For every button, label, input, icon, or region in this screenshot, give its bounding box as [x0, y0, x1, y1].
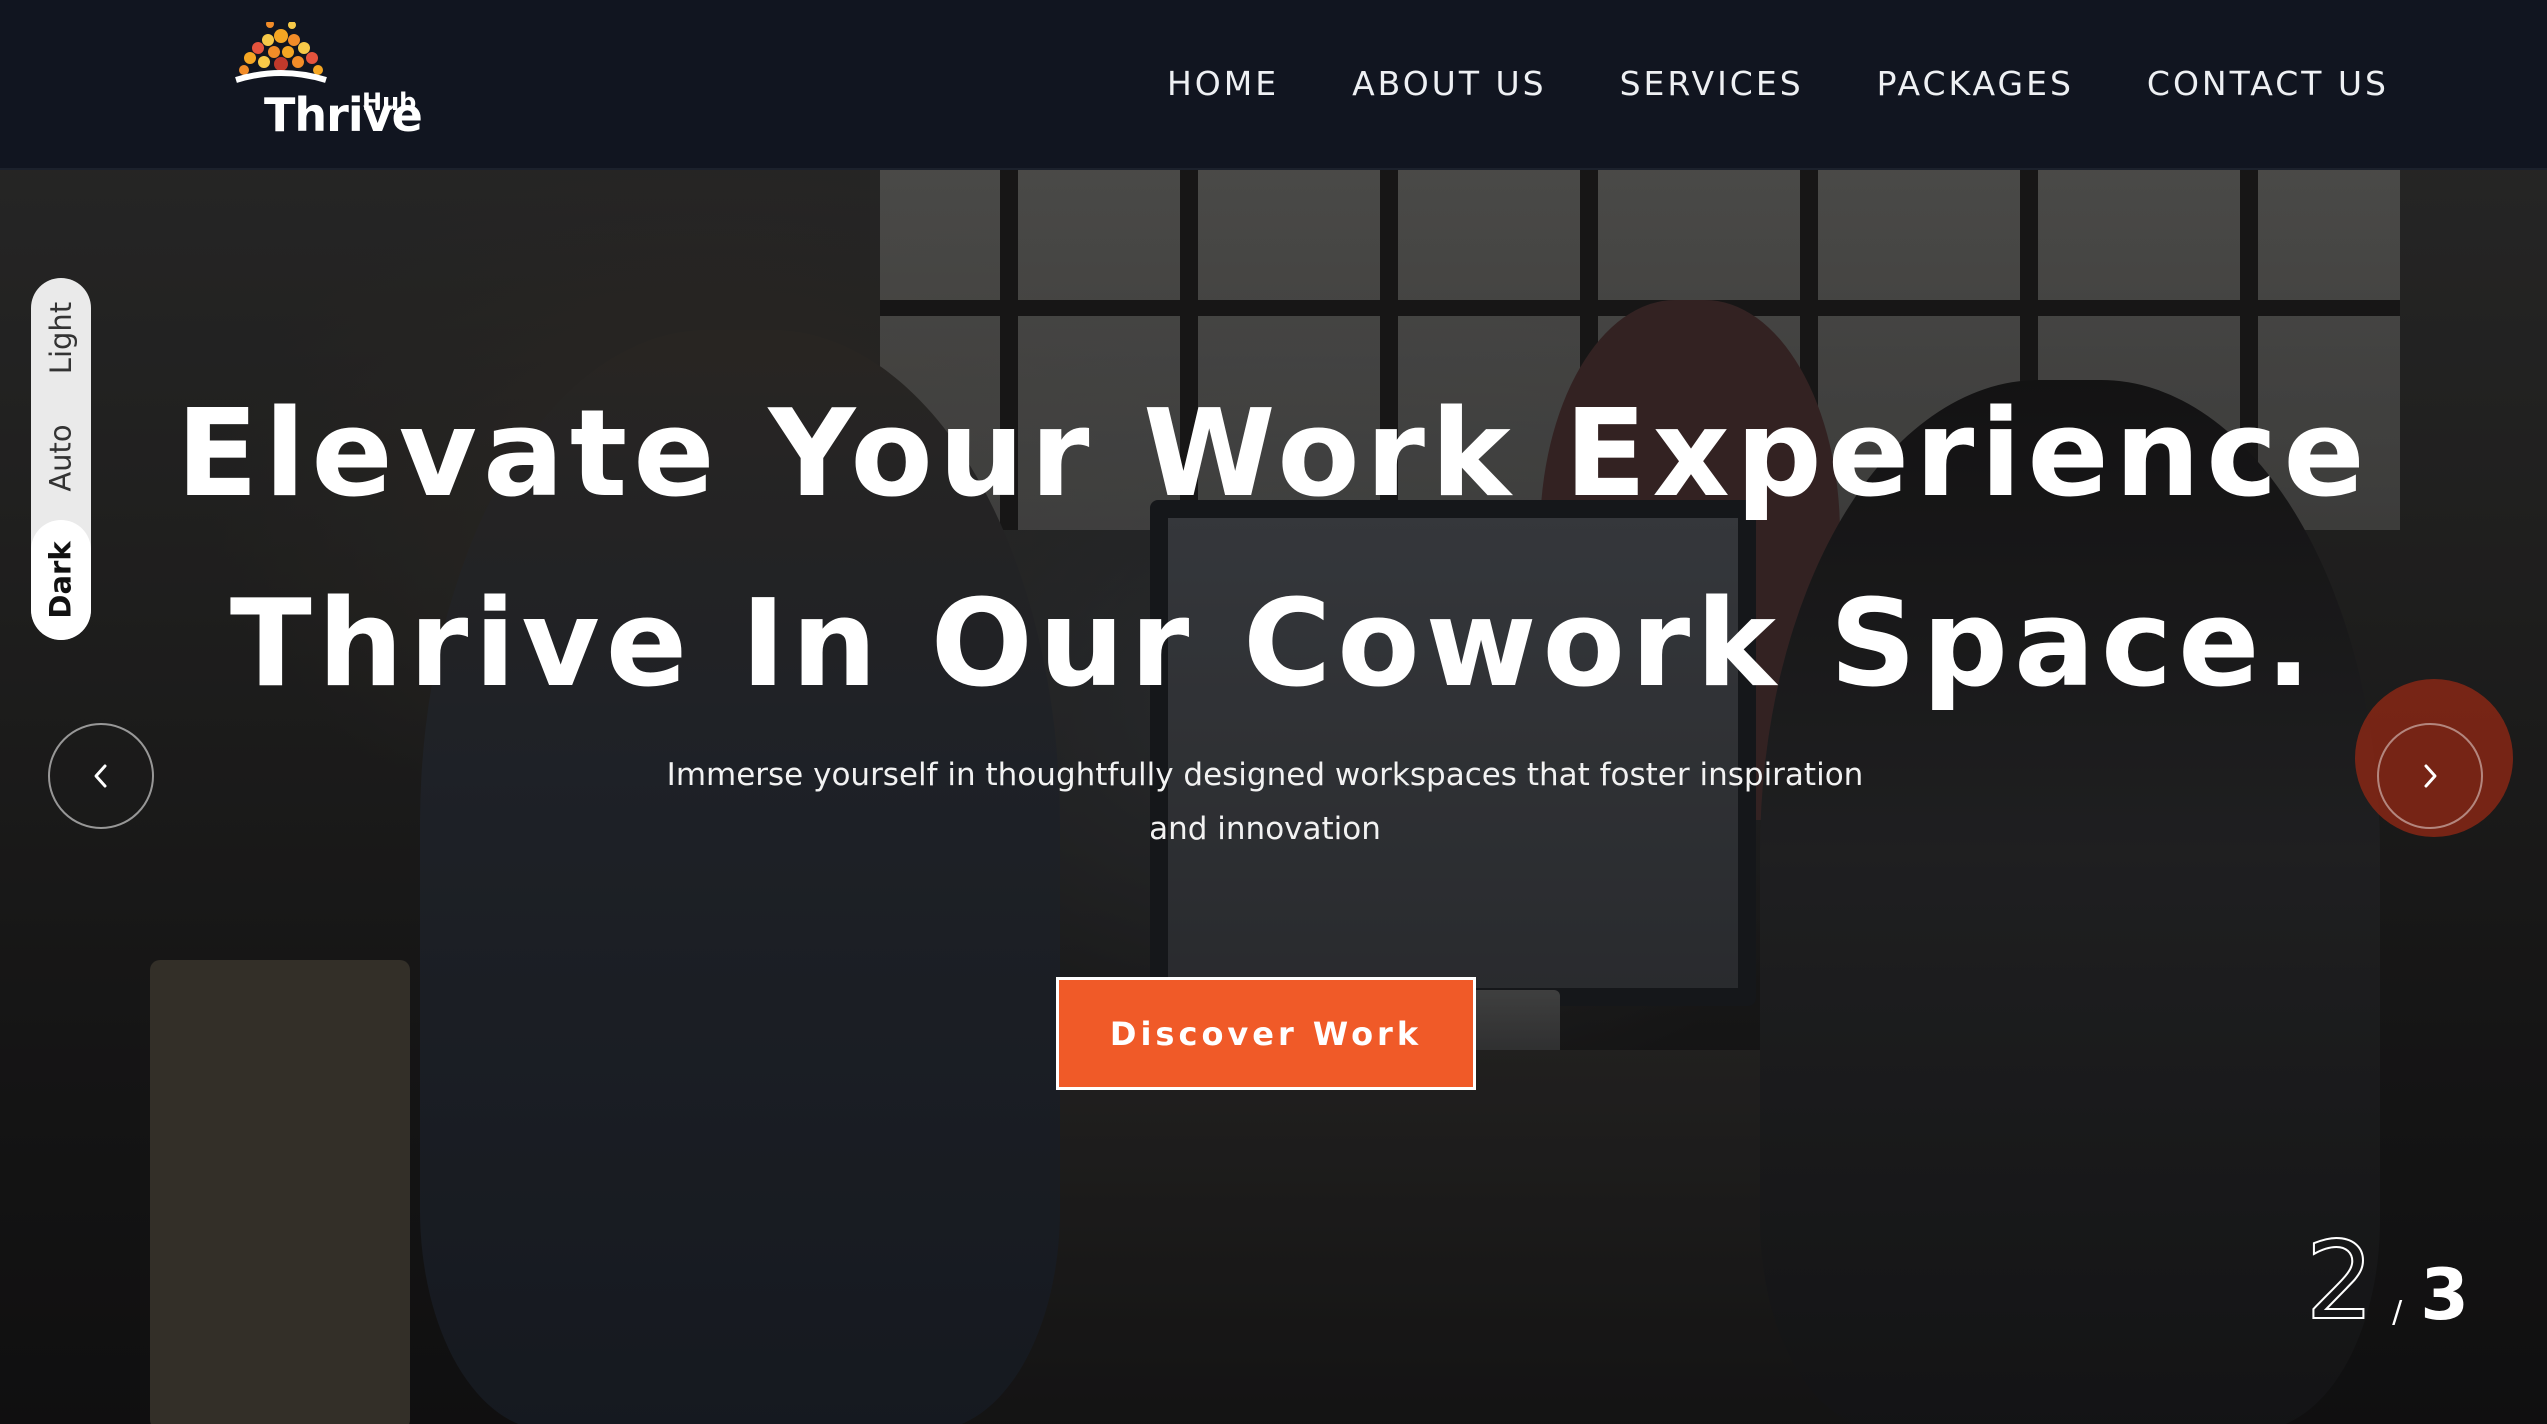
main-nav: HOME ABOUT US SERVICES PACKAGES CONTACT …	[1167, 60, 2389, 108]
nav-item-packages[interactable]: PACKAGES	[1877, 60, 2074, 108]
brand-logo[interactable]: Thrive Hub	[222, 22, 423, 152]
nav-item-services[interactable]: SERVICES	[1620, 60, 1804, 108]
page: Thrive Hub HOME ABOUT US SERVICES PACKAG…	[0, 0, 2547, 1424]
site-header: Thrive Hub HOME ABOUT US SERVICES PACKAG…	[0, 0, 2547, 170]
brand-suffix: Hub	[362, 88, 417, 116]
chevron-right-icon	[2424, 764, 2437, 788]
slide-counter-current: 2	[2304, 1219, 2375, 1344]
hero-title-line-1: Elevate Your Work Experience	[176, 385, 2371, 524]
slider-prev-button[interactable]	[48, 723, 154, 829]
hero-subtitle: Immerse yourself in thoughtfully designe…	[666, 757, 1864, 847]
discover-work-button[interactable]: Discover Work	[1056, 977, 1476, 1090]
slide-counter-separator: /	[2392, 1295, 2403, 1330]
nav-item-contact-us[interactable]: CONTACT US	[2147, 60, 2389, 108]
nav-item-home[interactable]: HOME	[1167, 60, 1279, 108]
slide-counter: 2 / 3	[2304, 1219, 2469, 1344]
chevron-left-icon	[94, 764, 107, 788]
hero-title-line-2: Thrive In Our Cowork Space.	[229, 575, 2318, 714]
slider-next-button[interactable]	[2377, 723, 2483, 829]
slide-counter-total: 3	[2420, 1254, 2469, 1336]
nav-item-about-us[interactable]: ABOUT US	[1352, 60, 1547, 108]
hero-title: Elevate Your Work Experience Thrive In O…	[0, 360, 2547, 740]
